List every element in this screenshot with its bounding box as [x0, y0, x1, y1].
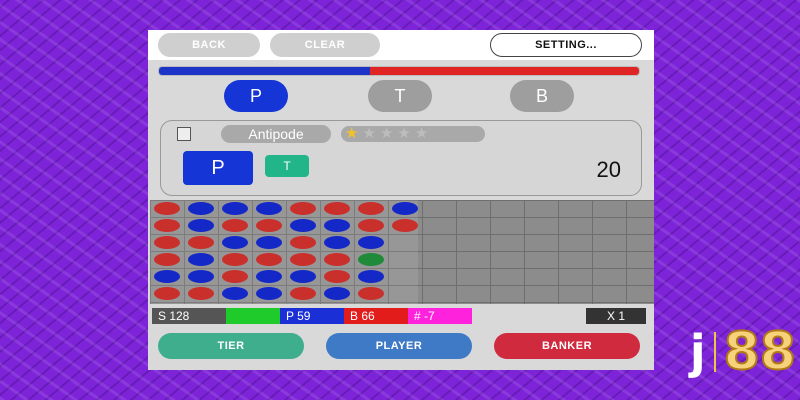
star-icon[interactable]: ★	[345, 126, 358, 142]
bead-player	[188, 219, 214, 232]
setting-button[interactable]: SETTING...	[490, 33, 642, 57]
bead-banker	[290, 253, 316, 266]
bead-player	[188, 202, 214, 215]
star-icon[interactable]: ★	[415, 126, 428, 142]
star-icon[interactable]: ★	[380, 126, 393, 142]
player-button[interactable]: PLAYER	[326, 333, 472, 359]
strategy-checkbox[interactable]	[177, 127, 191, 141]
bead-player	[256, 270, 282, 283]
bead-player	[358, 270, 384, 283]
bead-banker	[154, 236, 180, 249]
bead-player	[290, 270, 316, 283]
bead-banker	[290, 236, 316, 249]
prediction-badge: P	[183, 151, 253, 185]
bead-banker	[324, 270, 350, 283]
stat-item: T 3	[226, 308, 280, 324]
clear-button[interactable]: CLEAR	[270, 33, 380, 57]
bead-banker	[222, 219, 248, 232]
choice-player-button[interactable]: P	[224, 80, 288, 112]
bead-banker	[154, 253, 180, 266]
bead-player	[222, 202, 248, 215]
stat-item: B 66	[344, 308, 408, 324]
strategy-count: 20	[596, 157, 621, 182]
bead-banker	[154, 219, 180, 232]
bead-banker	[324, 202, 350, 215]
bead-player	[222, 236, 248, 249]
banker-ratio-fill	[370, 67, 639, 75]
multiplier-badge[interactable]: X 1	[586, 308, 646, 324]
star-icon[interactable]: ★	[397, 126, 410, 142]
bead-banker	[290, 202, 316, 215]
bead-banker	[222, 270, 248, 283]
brand-divider	[713, 332, 716, 372]
back-button[interactable]: BACK	[158, 33, 260, 57]
bead-tie	[358, 253, 384, 266]
player-ratio-fill	[159, 67, 371, 75]
choice-banker-button[interactable]: B	[510, 80, 574, 112]
tier-button[interactable]: TIER	[158, 333, 304, 359]
bead-banker	[290, 287, 316, 300]
bead-banker	[392, 219, 418, 232]
bead-banker	[324, 253, 350, 266]
player-banker-ratio-bar	[158, 66, 640, 76]
bead-banker	[358, 219, 384, 232]
bead-banker	[358, 287, 384, 300]
choice-tie-button[interactable]: T	[368, 80, 432, 112]
toolbar: BACK CLEAR SETTING...	[148, 30, 654, 60]
bead-player	[324, 219, 350, 232]
bead-player	[392, 202, 418, 215]
bead-player	[324, 236, 350, 249]
app-screen: BACK CLEAR SETTING... P T B Antipode ★ ★ ★…	[148, 30, 654, 370]
bead-player	[358, 236, 384, 249]
bead-banker	[154, 287, 180, 300]
tie-badge: T	[265, 155, 309, 177]
bead-banker	[188, 287, 214, 300]
bead-banker	[256, 253, 282, 266]
stat-item: P 59	[280, 308, 344, 324]
bead-player	[324, 287, 350, 300]
brand-logo: j 88	[689, 321, 797, 383]
bead-player	[154, 270, 180, 283]
bead-road-grid	[150, 200, 654, 304]
brand-number: 88	[723, 321, 797, 383]
stat-item: S 128	[152, 308, 226, 324]
strategy-rating[interactable]: ★ ★ ★ ★ ★	[341, 126, 485, 142]
bead-player	[222, 287, 248, 300]
brand-mark: j	[689, 325, 706, 379]
bead-player	[290, 219, 316, 232]
bead-banker	[222, 253, 248, 266]
bead-player	[256, 287, 282, 300]
bead-banker	[256, 219, 282, 232]
star-icon[interactable]: ★	[362, 126, 375, 142]
strategy-name-tag[interactable]: Antipode	[221, 125, 331, 143]
strategy-card: Antipode ★ ★ ★ ★ ★ P T 20	[160, 120, 642, 196]
bead-banker	[188, 236, 214, 249]
bead-player	[256, 202, 282, 215]
bead-player	[188, 270, 214, 283]
bead-banker	[358, 202, 384, 215]
bead-banker	[154, 202, 180, 215]
bead-player	[188, 253, 214, 266]
banker-button[interactable]: BANKER	[494, 333, 640, 359]
stats-bar: S 128 T 3P 59 B 66 # -7	[152, 308, 472, 324]
stat-item: # -7	[408, 308, 472, 324]
bead-player	[256, 236, 282, 249]
